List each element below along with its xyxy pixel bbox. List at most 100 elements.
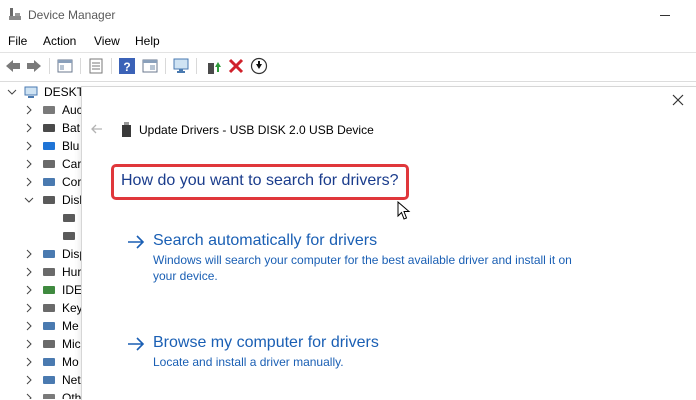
chevron-right-icon[interactable] — [24, 357, 34, 367]
tree-item-label: Oth — [62, 391, 82, 399]
tree-item-label: Mic — [62, 337, 81, 351]
chevron-down-icon[interactable] — [7, 87, 17, 97]
computer-icon — [43, 178, 55, 186]
camera-icon — [43, 160, 55, 168]
tree-item[interactable]: Cor — [0, 173, 90, 191]
mouse-cursor-icon — [397, 201, 411, 220]
toolbar-divider — [165, 58, 166, 74]
menu-bar: File Action View Help — [0, 31, 696, 51]
tree-item[interactable]: Auc — [0, 101, 90, 119]
chevron-right-icon[interactable] — [24, 339, 34, 349]
tree-root[interactable]: DESKTO — [0, 83, 90, 101]
chevron-right-icon[interactable] — [24, 375, 34, 385]
forward-arrow-icon[interactable] — [25, 57, 43, 75]
chevron-right-icon[interactable] — [24, 249, 34, 259]
tree-item-label: Cor — [62, 175, 82, 189]
close-icon[interactable] — [671, 93, 685, 107]
list-icon[interactable] — [87, 57, 105, 75]
device-tree: DESKTO Auc Bat Blu Car Cor Disl Disp Hur IDE Key M… — [0, 82, 90, 399]
tree-item[interactable]: Car — [0, 155, 90, 173]
minimize-button[interactable] — [658, 8, 672, 22]
search-automatically-option[interactable]: Search automatically for drivers — [153, 232, 377, 250]
tree-item[interactable]: Mo — [0, 353, 90, 371]
bluetooth-icon — [43, 142, 55, 150]
tree-item[interactable]: Mic — [0, 335, 90, 353]
tree-item[interactable]: Key — [0, 299, 90, 317]
toolbar-divider — [196, 58, 197, 74]
download-icon[interactable] — [250, 57, 268, 75]
chevron-down-icon[interactable] — [24, 195, 34, 205]
other-icon — [43, 394, 55, 399]
properties-icon[interactable] — [56, 57, 74, 75]
back-arrow-icon[interactable] — [90, 122, 104, 136]
uninstall-icon[interactable] — [227, 57, 245, 75]
tree-item-label: IDE — [62, 283, 83, 297]
tree-item-label: Car — [62, 157, 82, 171]
hid-icon — [43, 268, 55, 276]
tree-item-label: Disl — [62, 193, 82, 207]
tree-item[interactable]: Net — [0, 371, 90, 389]
update-drivers-dialog: Update Drivers - USB DISK 2.0 USB Device… — [81, 86, 696, 400]
tree-item-label: Blu — [62, 139, 80, 153]
title-bar: Device Manager — [0, 0, 696, 30]
tree-item-label: Me — [62, 319, 79, 333]
tree-item[interactable]: Me — [0, 317, 90, 335]
update-driver-icon[interactable] — [204, 57, 222, 75]
chevron-right-icon[interactable] — [24, 285, 34, 295]
mouse-icon — [43, 340, 55, 348]
menu-help[interactable]: Help — [135, 34, 160, 48]
help-icon[interactable]: ? — [118, 57, 136, 75]
menu-action[interactable]: Action — [43, 34, 76, 48]
chevron-right-icon[interactable] — [24, 123, 34, 133]
keyboard-icon — [43, 304, 55, 312]
tree-item-label: Hur — [62, 265, 82, 279]
toolbar: ? — [0, 54, 696, 78]
tree-item[interactable]: Bat — [0, 119, 90, 137]
dialog-question: How do you want to search for drivers? — [121, 172, 399, 189]
tree-item[interactable]: Blu — [0, 137, 90, 155]
toolbar-divider — [49, 58, 50, 74]
toolbar-divider — [111, 58, 112, 74]
back-arrow-icon[interactable] — [4, 57, 22, 75]
tree-child-item[interactable] — [0, 227, 90, 245]
tree-item[interactable]: Oth — [0, 389, 90, 399]
chevron-right-icon[interactable] — [24, 267, 34, 277]
toolbar-divider-line — [0, 81, 696, 82]
chevron-right-icon[interactable] — [24, 321, 34, 331]
tree-item[interactable]: IDE — [0, 281, 90, 299]
arrow-right-icon — [128, 235, 145, 249]
device-manager-icon — [9, 8, 21, 20]
tree-item-label: Auc — [62, 103, 83, 117]
browse-computer-description: Locate and install a driver manually. — [153, 355, 344, 369]
tree-item-label: Bat — [62, 121, 81, 135]
tree-item[interactable]: Hur — [0, 263, 90, 281]
arrow-right-icon — [128, 337, 145, 351]
view-icon[interactable] — [141, 57, 159, 75]
disk-drive-icon — [63, 232, 75, 240]
menu-divider — [0, 52, 696, 53]
tree-item[interactable]: Disl — [0, 191, 90, 209]
network-icon — [43, 376, 55, 384]
chevron-right-icon[interactable] — [24, 141, 34, 151]
memory-icon — [43, 322, 55, 330]
toolbar-divider — [80, 58, 81, 74]
usb-drive-icon — [122, 122, 131, 137]
search-automatically-description: Windows will search your computer for th… — [153, 253, 572, 283]
monitor-icon — [43, 358, 55, 366]
chevron-right-icon[interactable] — [24, 159, 34, 169]
battery-icon — [43, 124, 55, 132]
chevron-right-icon[interactable] — [24, 393, 34, 399]
tree-item[interactable]: Disp — [0, 245, 90, 263]
computer-icon — [24, 86, 38, 98]
browse-computer-option[interactable]: Browse my computer for drivers — [153, 334, 379, 352]
chevron-right-icon[interactable] — [24, 177, 34, 187]
tree-child-item[interactable] — [0, 209, 90, 227]
disk-icon — [43, 196, 55, 204]
monitor-icon[interactable] — [172, 57, 190, 75]
menu-view[interactable]: View — [94, 34, 120, 48]
tree-item-label: Key — [62, 301, 83, 315]
chevron-right-icon[interactable] — [24, 303, 34, 313]
chevron-right-icon[interactable] — [24, 105, 34, 115]
display-icon — [43, 250, 55, 258]
menu-file[interactable]: File — [8, 34, 27, 48]
